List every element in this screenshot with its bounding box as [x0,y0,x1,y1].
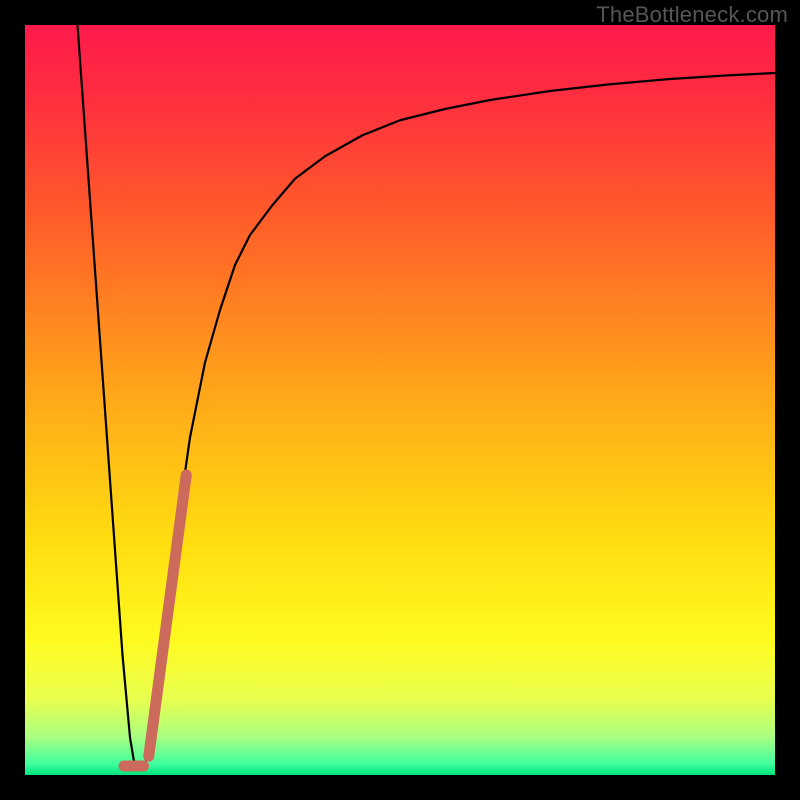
series-highlight-segment [149,475,187,756]
series-curve [78,25,776,768]
plot-area [25,25,775,775]
watermark-text: TheBottleneck.com [596,2,788,28]
chart-frame: TheBottleneck.com [0,0,800,800]
curve-layer [25,25,775,775]
